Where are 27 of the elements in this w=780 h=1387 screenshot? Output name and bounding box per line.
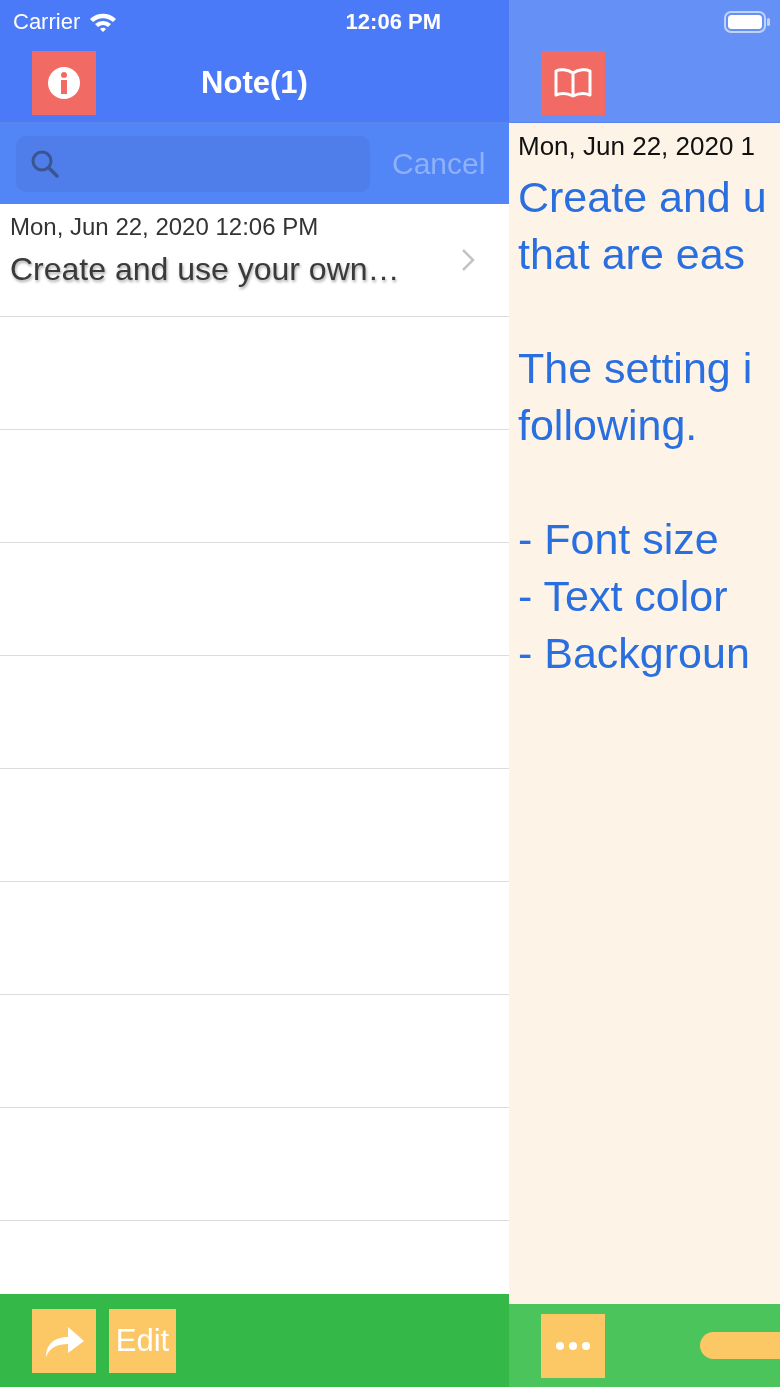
edit-button[interactable]: Edit (109, 1308, 176, 1373)
status-time: 12:06 PM (345, 9, 441, 35)
carrier-name: Carrier (13, 9, 81, 35)
nav-title: Note(1) (201, 65, 308, 101)
chevron-icon (461, 248, 475, 272)
wifi-icon (88, 11, 119, 33)
book-icon (553, 67, 593, 99)
info-button[interactable] (32, 51, 96, 115)
search-field[interactable] (16, 135, 370, 192)
note-text-line: - Backgroun (518, 628, 751, 679)
note-date: Mon, Jun 22, 2020 1 (518, 131, 757, 162)
cancel-button[interactable]: Cancel (392, 146, 486, 181)
share-button[interactable] (32, 1308, 96, 1373)
note-text-line: The setting i (518, 343, 754, 394)
more-icon (555, 1340, 591, 1351)
note-text-line: that are eas (518, 229, 747, 280)
note-date: Mon, Jun 22, 2020 12:06 PM (10, 212, 320, 241)
note-text-line: - Font size (518, 514, 720, 565)
battery-icon (724, 11, 770, 33)
search-icon (30, 148, 60, 179)
note-text-line: following. (518, 400, 699, 451)
note-title: Create and use your own… (10, 250, 401, 288)
note-text-line: - Text color (518, 571, 729, 622)
book-button[interactable] (541, 51, 605, 115)
note-text-line: Create and u (518, 172, 768, 223)
pill-control[interactable] (700, 1332, 780, 1359)
more-button[interactable] (541, 1313, 605, 1378)
